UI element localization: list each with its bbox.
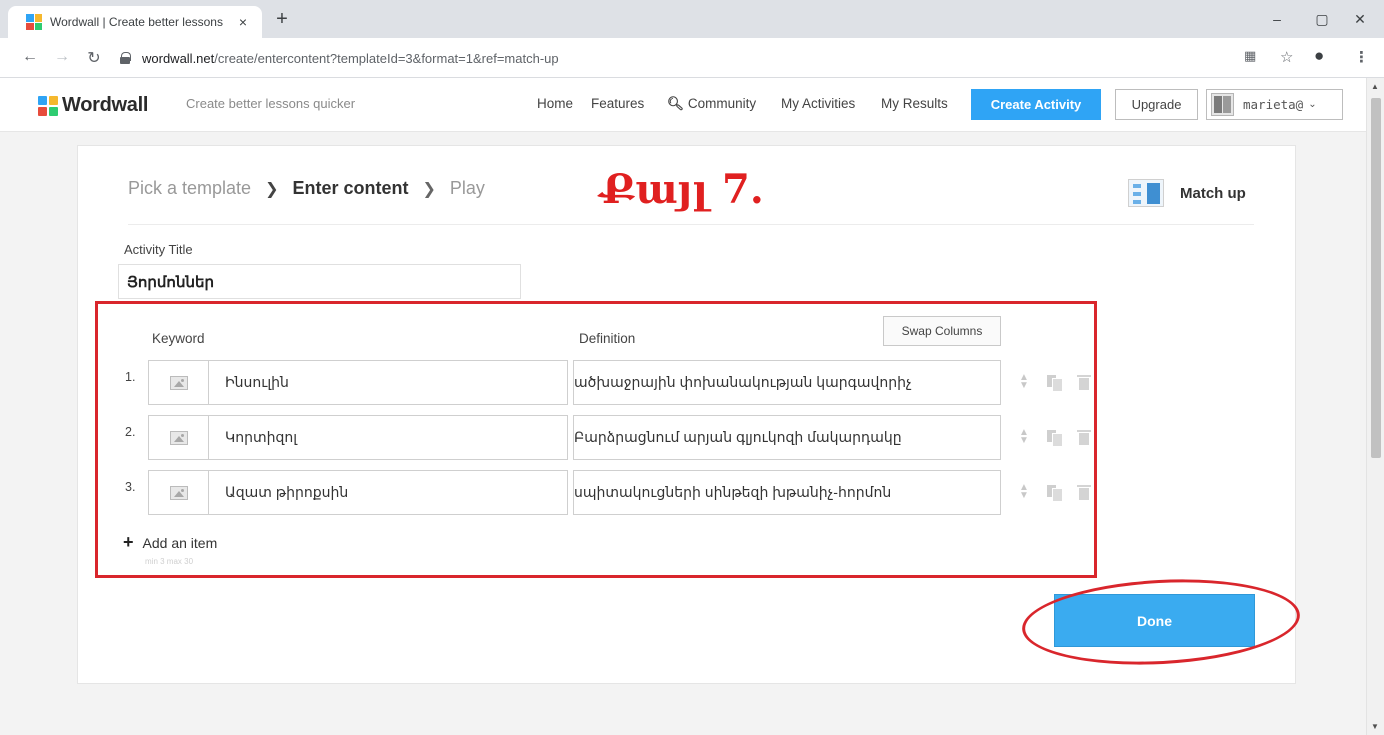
keyword-field[interactable]: Ինսուլին [148, 360, 568, 405]
browser-tabstrip: Wordwall | Create better lessons × + – ▢… [0, 0, 1384, 38]
add-item-label: Add an item [142, 534, 218, 551]
step-annotation: Քայլ 7. [600, 166, 764, 213]
template-badge[interactable]: Match up [1128, 179, 1246, 207]
activity-title-input[interactable] [118, 264, 521, 299]
step-play[interactable]: Play [450, 178, 485, 199]
add-image-button[interactable] [149, 416, 209, 459]
tab-close-icon[interactable]: × [234, 14, 252, 30]
bookmark-star-icon[interactable]: ☆ [1280, 48, 1293, 66]
keyword-text: Ինսուլին [225, 374, 289, 390]
row-tools: ▲ ▼ [1016, 373, 1106, 392]
tagline: Create better lessons quicker [186, 96, 356, 111]
definition-text: Բարձրացնում արյան գլյուկոզի մակարդակը [574, 429, 902, 445]
nav-home[interactable]: Home [537, 96, 573, 111]
add-item-button[interactable]: + Add an item [123, 532, 217, 553]
user-menu[interactable]: marieta@ ⌄ [1206, 89, 1343, 120]
delete-icon[interactable] [1076, 374, 1092, 390]
activity-title-label: Activity Title [124, 242, 193, 257]
row-tools: ▲ ▼ [1016, 483, 1106, 502]
chevron-right-icon: ❯ [265, 180, 279, 198]
url-host: wordwall.net [142, 50, 215, 66]
minimize-button[interactable]: – [1257, 6, 1297, 32]
reload-icon[interactable]: ↻ [84, 48, 104, 68]
swap-columns-button[interactable]: Swap Columns [883, 316, 1001, 346]
logo-text: Wordwall [62, 94, 149, 116]
definition-field[interactable]: Բարձրացնում արյան գլյուկոզի մակարդակը [573, 415, 1001, 460]
definition-text: սպիտակուցների սինթեզի խթանիչ-հորմոն [574, 484, 892, 500]
match-up-template-icon [1128, 179, 1164, 207]
duplicate-icon[interactable] [1046, 429, 1063, 447]
row-number: 3. [125, 480, 136, 494]
user-name: marieta@ [1243, 97, 1304, 112]
scroll-down-icon[interactable]: ▼ [1371, 722, 1379, 731]
row-number: 2. [125, 425, 136, 439]
image-icon [169, 375, 188, 390]
reorder-icon[interactable]: ▲ ▼ [1016, 483, 1032, 501]
keyword-text: Ազատ թիրոքսին [225, 484, 349, 500]
nav-features[interactable]: Features [591, 96, 644, 111]
delete-icon[interactable] [1076, 484, 1092, 500]
step-pick-template[interactable]: Pick a template [128, 178, 251, 199]
scroll-up-icon[interactable]: ▲ [1371, 82, 1379, 91]
step-enter-content: Enter content [292, 178, 409, 198]
duplicate-icon[interactable] [1046, 484, 1063, 502]
keyword-field[interactable]: Կորտիզոլ [148, 415, 568, 460]
delete-icon[interactable] [1076, 429, 1092, 445]
browser-tab[interactable]: Wordwall | Create better lessons × [8, 6, 262, 38]
nav-my-activities[interactable]: My Activities [781, 96, 855, 111]
keyword-field[interactable]: Ազատ թիրոքսին [148, 470, 568, 515]
nav-community-label: Community [687, 96, 757, 111]
add-image-button[interactable] [149, 471, 209, 514]
image-icon [169, 485, 188, 500]
keyword-text: Կորտիզոլ [225, 429, 298, 445]
step-breadcrumb: Pick a template ❯ Enter content ❯ Play [128, 178, 485, 199]
search-icon: 🔍︎ [667, 96, 685, 111]
add-image-button[interactable] [149, 361, 209, 404]
page-viewport: Wordwall Create better lessons quicker H… [0, 78, 1366, 735]
translate-icon[interactable]: ▦ [1244, 48, 1256, 64]
wordwall-logo[interactable]: Wordwall [38, 94, 148, 117]
wordwall-favicon-icon [26, 14, 42, 30]
lock-icon [120, 52, 131, 64]
site-header: Wordwall Create better lessons quicker H… [0, 78, 1366, 132]
wordwall-logo-icon [38, 95, 58, 116]
back-icon[interactable]: ← [20, 48, 40, 66]
url-path: /create/entercontent?templateId=3&format… [214, 50, 559, 66]
item-limits: min 3 max 30 [145, 557, 194, 566]
plus-icon: + [123, 532, 134, 552]
chevron-down-icon: ⌄ [1308, 99, 1317, 110]
row-tools: ▲ ▼ [1016, 428, 1106, 447]
close-window-button[interactable]: ✕ [1340, 6, 1380, 32]
definition-column-header: Definition [579, 331, 636, 346]
scroll-thumb[interactable] [1371, 98, 1381, 458]
upgrade-button[interactable]: Upgrade [1115, 89, 1198, 120]
reorder-icon[interactable]: ▲ ▼ [1016, 373, 1032, 391]
chevron-right-icon: ❯ [422, 180, 436, 198]
keyword-column-header: Keyword [152, 331, 205, 346]
address-bar[interactable]: wordwall.net /create/entercontent?templa… [120, 42, 1230, 74]
nav-my-results[interactable]: My Results [881, 96, 948, 111]
definition-text: ածխաջրային փոխանակության կարգավորիչ [574, 374, 912, 390]
row-number: 1. [125, 370, 136, 384]
definition-field[interactable]: սպիտակուցների սինթեզի խթանիչ-հորմոն [573, 470, 1001, 515]
reorder-icon[interactable]: ▲ ▼ [1016, 428, 1032, 446]
avatar [1211, 93, 1234, 116]
profile-icon[interactable]: ● [1314, 46, 1324, 66]
new-tab-button[interactable]: + [270, 8, 294, 32]
nav-community[interactable]: 🔍︎ Community [667, 96, 756, 112]
create-activity-button[interactable]: Create Activity [971, 89, 1101, 120]
definition-field[interactable]: ածխաջրային փոխանակության կարգավորիչ [573, 360, 1001, 405]
tab-title: Wordwall | Create better lessons [50, 15, 223, 29]
image-icon [169, 430, 188, 445]
restore-button[interactable]: ▢ [1302, 6, 1342, 32]
template-name: Match up [1180, 184, 1246, 202]
menu-icon[interactable]: ⋮ [1354, 48, 1369, 66]
forward-icon[interactable]: → [52, 48, 72, 66]
duplicate-icon[interactable] [1046, 374, 1063, 392]
divider [128, 224, 1254, 225]
page-scrollbar[interactable]: ▲ ▼ [1366, 78, 1384, 735]
browser-toolbar: ← → ↻ wordwall.net /create/entercontent?… [0, 38, 1384, 78]
